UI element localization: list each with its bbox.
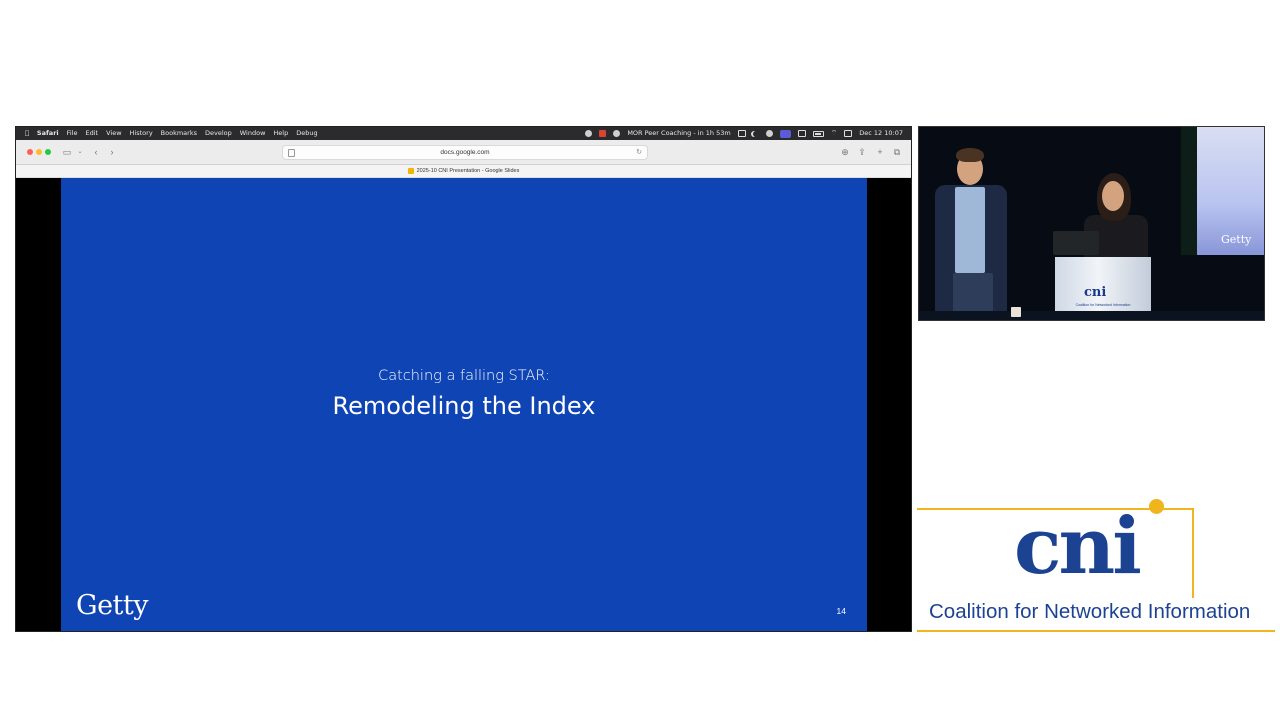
page-icon bbox=[288, 149, 295, 157]
chevron-down-icon[interactable]: ⌄ bbox=[74, 146, 86, 158]
mac-menubar:  Safari File Edit View History Bookmark… bbox=[16, 127, 911, 140]
download-icon[interactable]: ⊕ bbox=[839, 146, 851, 158]
cni-full-name: Coalition for Networked Information bbox=[929, 600, 1251, 623]
share-icon[interactable]: ⇪ bbox=[856, 146, 868, 158]
slide-title: Remodeling the Index bbox=[332, 392, 596, 420]
display-icon[interactable] bbox=[844, 130, 853, 137]
tab-bar: 2025-10 CNI Presentation - Google Slides bbox=[16, 165, 911, 178]
forward-icon[interactable]: › bbox=[106, 146, 118, 158]
getty-logo: Getty bbox=[76, 590, 149, 621]
google-slides-icon bbox=[407, 167, 414, 174]
minimize-window-button[interactable] bbox=[36, 149, 42, 155]
podium-subtitle: Coalition for Networked Information bbox=[1075, 303, 1131, 307]
menu-bookmarks[interactable]: Bookmarks bbox=[161, 127, 197, 140]
calendar-icon[interactable] bbox=[737, 130, 746, 137]
screen-share:  Safari File Edit View History Bookmark… bbox=[15, 126, 912, 632]
tab-title[interactable]: 2025-10 CNI Presentation - Google Slides bbox=[417, 168, 520, 174]
sidebar-icon[interactable]: ▭ bbox=[61, 146, 73, 158]
moon-icon[interactable] bbox=[753, 131, 759, 137]
reload-icon[interactable]: ↻ bbox=[636, 146, 642, 159]
dropbox-icon[interactable] bbox=[585, 130, 593, 137]
menu-app-name[interactable]: Safari bbox=[37, 127, 59, 140]
menu-debug[interactable]: Debug bbox=[296, 127, 317, 140]
menu-file[interactable]: File bbox=[67, 127, 78, 140]
back-icon[interactable]: ‹ bbox=[90, 146, 102, 158]
slide-number: 14 bbox=[836, 606, 846, 616]
speaker-male-hair bbox=[956, 148, 984, 162]
podium-cni-logo: cni bbox=[1084, 285, 1107, 300]
calendar-app-icon[interactable] bbox=[613, 130, 621, 137]
new-tab-icon[interactable]: + bbox=[874, 146, 886, 158]
menu-history[interactable]: History bbox=[130, 127, 153, 140]
menubar-clock[interactable]: Dec 12 10:07 bbox=[859, 127, 903, 140]
speaker-male-legs bbox=[953, 273, 993, 313]
cni-logo-dot bbox=[1149, 499, 1164, 514]
menu-help[interactable]: Help bbox=[273, 127, 288, 140]
speaker-female-head bbox=[1102, 181, 1124, 211]
cni-logo-underline bbox=[917, 630, 1275, 632]
slide-subtitle: Catching a falling STAR: bbox=[378, 368, 550, 384]
address-bar[interactable]: docs.google.com ↻ bbox=[282, 145, 648, 160]
close-window-button[interactable] bbox=[27, 149, 33, 155]
app-status-icon[interactable] bbox=[599, 130, 607, 137]
laptop bbox=[1053, 231, 1099, 255]
presentation-slide[interactable]: Catching a falling STAR: Remodeling the … bbox=[61, 178, 867, 631]
battery-icon[interactable] bbox=[812, 130, 824, 137]
apple-menu-icon[interactable]:  bbox=[25, 127, 29, 140]
browser-toolbar: ▭ ⌄ ‹ › docs.google.com ↻ ⊕ ⇪ + ⧉ bbox=[16, 140, 911, 165]
screen-getty-logo: Getty bbox=[1221, 233, 1252, 246]
screen-frame bbox=[1181, 127, 1197, 255]
account-icon[interactable] bbox=[765, 130, 773, 137]
menubar-meeting-reminder[interactable]: MOR Peer Coaching - in 1h 53m bbox=[627, 127, 730, 140]
front-table bbox=[919, 311, 1264, 320]
menu-develop[interactable]: Develop bbox=[205, 127, 232, 140]
speaker-camera-feed: Getty cni Coalition for Networked Inform… bbox=[918, 126, 1265, 321]
cni-wordmark: cni bbox=[1014, 501, 1142, 592]
menu-view[interactable]: View bbox=[106, 127, 121, 140]
menu-window[interactable]: Window bbox=[240, 127, 266, 140]
control-center-icon[interactable] bbox=[797, 130, 806, 137]
screen-mirroring-icon[interactable] bbox=[779, 129, 791, 138]
zoom-window-button[interactable] bbox=[45, 149, 51, 155]
tab-overview-icon[interactable]: ⧉ bbox=[891, 146, 903, 158]
coffee-cup bbox=[1011, 307, 1021, 317]
address-url: docs.google.com bbox=[440, 149, 490, 156]
page-content: Catching a falling STAR: Remodeling the … bbox=[16, 178, 911, 631]
speaker-male-shirt bbox=[955, 187, 985, 273]
cni-logo: cni Coalition for Networked Information bbox=[917, 496, 1275, 632]
wifi-icon[interactable]: ⌔ bbox=[831, 127, 838, 140]
menu-edit[interactable]: Edit bbox=[86, 127, 99, 140]
